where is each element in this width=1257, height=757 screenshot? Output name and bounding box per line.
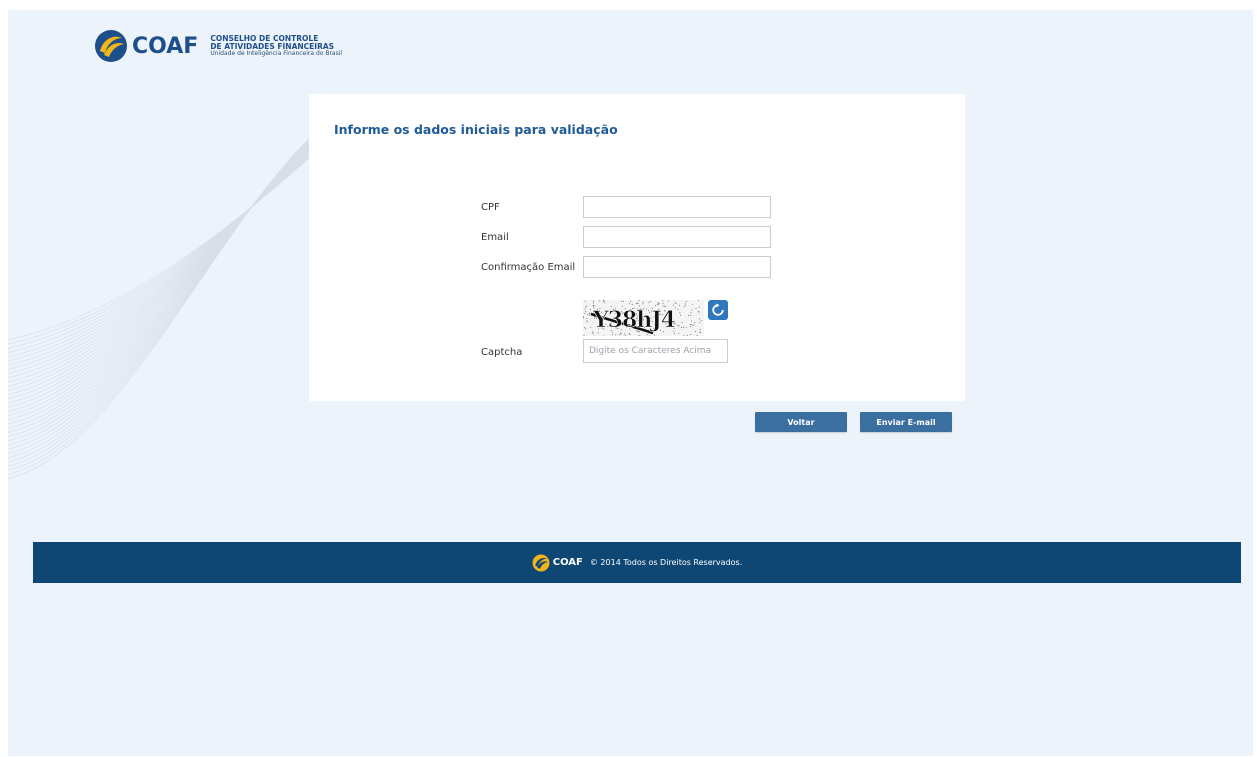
footer: COAF © 2014 Todos os Direitos Reservados… [33,542,1241,583]
email-label: Email [481,232,509,243]
email-confirmation-label: Confirmação Email [481,262,576,273]
send-email-button[interactable]: Enviar E-mail [860,412,952,432]
cpf-input[interactable] [583,196,771,218]
captcha-refresh-button[interactable] [708,300,728,320]
validation-form-card: Informe os dados iniciais para validação… [309,94,965,401]
coaf-footer-emblem-icon [532,554,550,571]
coaf-emblem-icon [95,30,127,62]
footer-copyright: © 2014 Todos os Direitos Reservados. [589,558,743,567]
captcha-text: Y38hJ4 [592,307,676,333]
back-button[interactable]: Voltar [755,412,847,432]
decorative-swoosh [8,129,319,479]
cpf-label: CPF [481,202,500,213]
captcha-input[interactable] [583,339,728,363]
footer-brand: COAF [552,557,583,568]
refresh-icon [712,303,724,316]
email-input[interactable] [583,226,771,248]
logo-line-3: Unidade de Inteligência Financeira do Br… [210,49,343,57]
logo-subtitle: CONSELHO DE CONTROLE DE ATIVIDADES FINAN… [210,35,342,57]
captcha-label: Captcha [481,347,523,358]
brand-name: COAF [132,33,199,59]
form-title: Informe os dados iniciais para validação [334,122,618,137]
captcha-image: Y38hJ4 [583,300,704,336]
coaf-logo[interactable]: COAF CONSELHO DE CONTROLE DE ATIVIDADES … [94,28,342,64]
page-background: COAF CONSELHO DE CONTROLE DE ATIVIDADES … [8,10,1253,756]
email-confirmation-input[interactable] [583,256,771,278]
